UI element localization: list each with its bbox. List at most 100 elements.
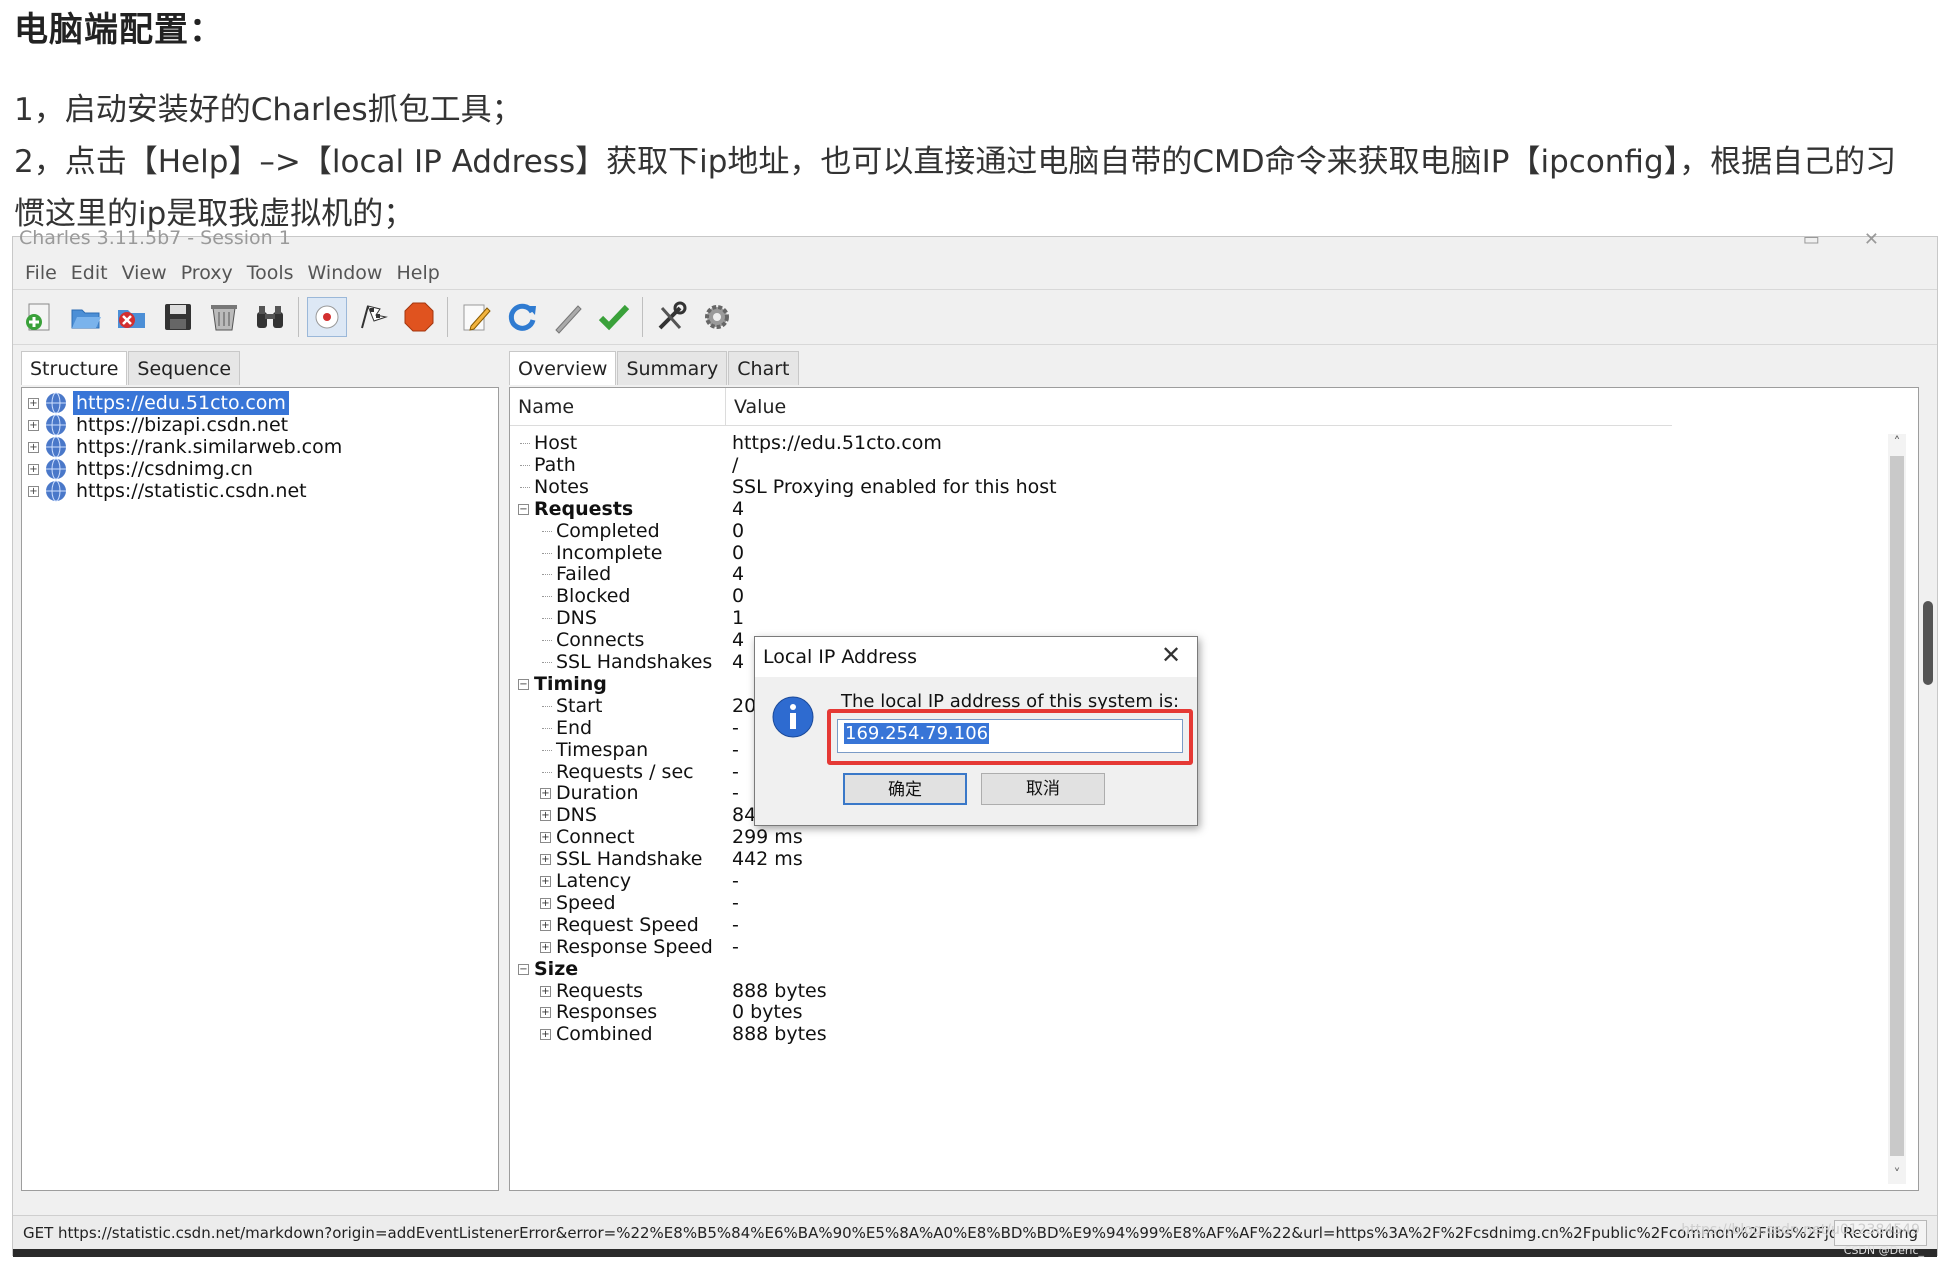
overview-row[interactable]: Failed 4: [510, 563, 1890, 585]
menu-window[interactable]: Window: [308, 262, 383, 284]
cancel-button[interactable]: 取消: [981, 773, 1105, 805]
throttle-icon[interactable]: [353, 297, 393, 337]
save-icon[interactable]: [158, 297, 198, 337]
breakpoints-icon[interactable]: [399, 297, 439, 337]
overview-row[interactable]: Connects 4: [510, 629, 1890, 651]
row-name: Latency: [556, 870, 632, 892]
scrollbar-thumb[interactable]: [1890, 456, 1904, 1156]
overview-row[interactable]: Completed 0: [510, 520, 1890, 542]
menu-view[interactable]: View: [122, 262, 167, 284]
overview-row[interactable]: + Response Speed -: [510, 936, 1890, 958]
overview-row[interactable]: Path /: [510, 454, 1890, 476]
new-session-icon[interactable]: [20, 297, 60, 337]
expand-icon[interactable]: +: [540, 810, 551, 822]
overview-row[interactable]: Requests / sec -: [510, 761, 1890, 783]
expand-icon[interactable]: +: [540, 1029, 551, 1041]
page-scrollbar[interactable]: [1923, 601, 1933, 685]
overview-row[interactable]: SSL Handshakes 4: [510, 651, 1890, 673]
expand-icon[interactable]: +: [540, 1007, 551, 1019]
tree-connector: [520, 464, 530, 466]
toolbar-separator: [642, 297, 643, 337]
overview-row[interactable]: +DNS84 ms: [510, 804, 1890, 826]
host-label[interactable]: https://statistic.csdn.net: [73, 479, 310, 503]
overview-row[interactable]: + Request Speed -: [510, 914, 1890, 936]
menu-help[interactable]: Help: [396, 262, 439, 284]
column-header-name[interactable]: Name: [510, 388, 726, 426]
overview-row[interactable]: − Requests 4: [510, 498, 1890, 520]
ok-button[interactable]: 确定: [843, 773, 967, 805]
menu-edit[interactable]: Edit: [71, 262, 108, 284]
tab-overview[interactable]: Overview: [509, 351, 617, 385]
close-icon[interactable]: ✕: [1159, 643, 1183, 667]
record-icon[interactable]: [307, 297, 347, 337]
row-value: 0: [732, 585, 745, 608]
vertical-scrollbar[interactable]: ˄ ˅: [1888, 434, 1906, 1184]
expand-icon[interactable]: +: [540, 941, 551, 953]
clear-icon[interactable]: [204, 297, 244, 337]
overview-row[interactable]: + Latency -: [510, 870, 1890, 892]
overview-row[interactable]: + Responses 0 bytes: [510, 1001, 1890, 1023]
overview-row[interactable]: + Combined 888 bytes: [510, 1023, 1890, 1045]
tab-summary[interactable]: Summary: [617, 351, 728, 385]
overview-row[interactable]: + Connect 299 ms: [510, 826, 1890, 848]
find-icon[interactable]: [250, 297, 290, 337]
row-name: DNS: [556, 607, 597, 630]
expand-icon[interactable]: +: [540, 788, 551, 800]
expand-icon[interactable]: +: [28, 419, 39, 431]
expand-icon[interactable]: +: [540, 985, 551, 997]
menu-proxy[interactable]: Proxy: [181, 262, 233, 284]
tree-connector: [542, 574, 552, 576]
open-icon[interactable]: [66, 297, 106, 337]
overview-row[interactable]: Notes SSL Proxying enabled for this host: [510, 476, 1890, 498]
tab-chart[interactable]: Chart: [728, 351, 799, 385]
edit-icon[interactable]: [456, 297, 496, 337]
expand-icon[interactable]: +: [28, 485, 39, 497]
expand-icon[interactable]: +: [28, 463, 39, 475]
overview-row[interactable]: − Timing: [510, 673, 1890, 695]
row-name: DNS: [556, 804, 597, 827]
row-value: 4: [732, 497, 745, 520]
overview-row[interactable]: + SSL Handshake 442 ms: [510, 848, 1890, 870]
expand-icon[interactable]: +: [540, 854, 551, 866]
overview-row[interactable]: Timespan -: [510, 739, 1890, 761]
repeat-icon[interactable]: [502, 297, 542, 337]
expand-icon[interactable]: +: [540, 876, 551, 887]
overview-row[interactable]: + Requests 888 bytes: [510, 980, 1890, 1002]
row-name: Requests / sec: [556, 760, 694, 783]
validate-icon[interactable]: [594, 297, 634, 337]
settings-icon[interactable]: [697, 297, 737, 337]
overview-row[interactable]: DNS 1: [510, 607, 1890, 629]
close-session-icon[interactable]: [112, 297, 152, 337]
overview-row[interactable]: Incomplete 0: [510, 542, 1890, 564]
menu-tools[interactable]: Tools: [247, 262, 294, 284]
overview-row[interactable]: + Speed -: [510, 892, 1890, 914]
overview-row[interactable]: Host https://edu.51cto.com: [510, 432, 1890, 454]
collapse-icon[interactable]: −: [518, 503, 529, 515]
compose-icon[interactable]: [548, 297, 588, 337]
expand-icon[interactable]: +: [28, 397, 39, 409]
overview-row[interactable]: End -: [510, 717, 1890, 739]
expand-icon[interactable]: +: [28, 441, 39, 453]
overview-row[interactable]: Start 20: [510, 695, 1890, 717]
window-controls[interactable]: ▭✕: [1803, 229, 1923, 250]
expand-icon[interactable]: +: [540, 832, 551, 844]
overview-row[interactable]: − Size: [510, 958, 1890, 980]
scroll-up-icon[interactable]: ˄: [1888, 434, 1906, 452]
row-value: 0: [732, 519, 745, 542]
menu-file[interactable]: File: [25, 262, 57, 284]
collapse-icon[interactable]: −: [518, 678, 529, 690]
tab-sequence[interactable]: Sequence: [128, 351, 241, 385]
tab-structure[interactable]: Structure: [21, 351, 128, 385]
overview-row[interactable]: Blocked 0: [510, 585, 1890, 607]
row-value: -: [732, 870, 739, 892]
scroll-down-icon[interactable]: ˅: [1888, 1166, 1906, 1184]
tools-icon[interactable]: [651, 297, 691, 337]
expand-icon[interactable]: +: [540, 897, 551, 909]
expand-icon[interactable]: +: [540, 919, 551, 931]
collapse-icon[interactable]: −: [518, 963, 529, 975]
overview-row[interactable]: + Duration -: [510, 782, 1890, 804]
host-row[interactable]: + https://statistic.csdn.net: [28, 478, 310, 504]
column-header-value[interactable]: Value: [726, 388, 1672, 426]
row-name: Requests: [556, 979, 644, 1002]
tree-connector: [542, 618, 552, 620]
